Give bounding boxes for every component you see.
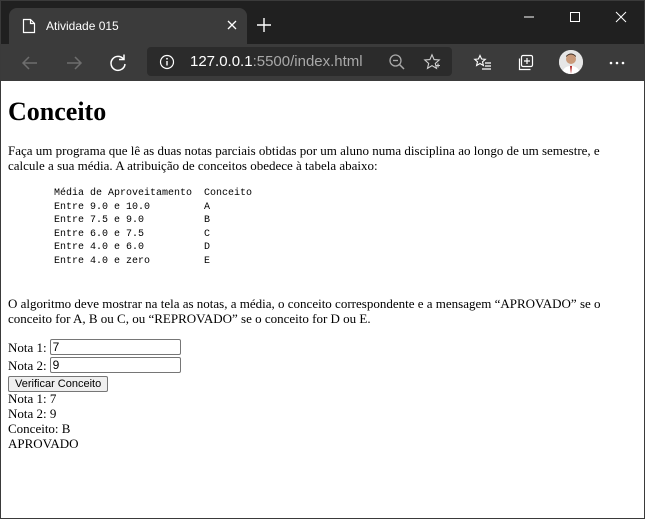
result-nota1: Nota 1: 7 <box>8 391 57 406</box>
page-title: Conceito <box>8 97 107 126</box>
avatar-photo-icon <box>559 50 583 74</box>
collections-button[interactable] <box>514 51 538 75</box>
button-row: Verificar Conceito <box>8 375 637 392</box>
nota1-label: Nota 1: <box>8 339 47 355</box>
table-line-a: Entre 9.0 e 10.0 A <box>54 201 211 213</box>
refresh-icon <box>110 54 126 72</box>
title-bar: Atividade 015 <box>1 1 644 44</box>
forward-button[interactable] <box>62 51 86 75</box>
table-line-c: Entre 6.0 e 7.5 C <box>54 228 211 240</box>
browser-window: Atividade 015 127.0.0.1:5500/index.html … <box>0 0 645 519</box>
maximize-icon <box>570 12 580 22</box>
nota1-row: Nota 1: <box>8 339 637 355</box>
close-tab-icon[interactable] <box>225 18 239 32</box>
url-host: 127.0.0.1 <box>190 53 253 70</box>
verify-concept-button[interactable]: Verificar Conceito <box>8 376 109 392</box>
table-line-e: Entre 4.0 e zero E <box>54 255 211 267</box>
url-path: :5500/index.html <box>252 53 363 70</box>
minimize-button[interactable] <box>506 1 552 33</box>
url-text: 127.0.0.1:5500/index.html <box>190 53 363 71</box>
table-line-d: Entre 4.0 e 6.0 D <box>54 242 211 253</box>
info-icon[interactable] <box>159 54 175 70</box>
result-status: APROVADO <box>8 436 79 451</box>
collections-icon <box>518 54 534 71</box>
instructions-paragraph: O algoritmo deve mostrar na tela as nota… <box>8 296 601 326</box>
favorites-button[interactable] <box>471 51 495 75</box>
close-icon <box>615 11 627 23</box>
result-output: Nota 1: 7 Nota 2: 9 Conceito: B APROVADO <box>8 391 637 451</box>
nota2-input[interactable] <box>49 357 181 373</box>
refresh-button[interactable] <box>106 51 130 75</box>
profile-avatar[interactable] <box>559 50 583 74</box>
close-window-button[interactable] <box>598 1 644 33</box>
add-favorite-star-icon[interactable] <box>423 53 441 71</box>
nota2-row: Nota 2: <box>8 357 637 373</box>
nota2-label: Nota 2: <box>8 357 47 373</box>
page-icon <box>22 18 36 34</box>
browser-toolbar: 127.0.0.1:5500/index.html <box>1 44 644 81</box>
settings-menu-button[interactable] <box>605 51 629 75</box>
forward-arrow-icon <box>67 56 83 70</box>
zoom-out-icon[interactable] <box>388 53 406 71</box>
table-line-b: Entre 7.5 e 9.0 B <box>54 215 211 226</box>
concept-table: Média de Aproveitamento Conceito Entre 9… <box>54 187 637 268</box>
maximize-button[interactable] <box>552 1 598 33</box>
nota1-input[interactable] <box>49 339 181 355</box>
tab-title: Atividade 015 <box>46 19 119 33</box>
intro-paragraph: Faça um programa que lê as duas notas pa… <box>8 143 600 173</box>
more-options-icon <box>609 61 625 65</box>
favorites-list-icon <box>473 54 491 70</box>
browser-tab[interactable]: Atividade 015 <box>9 8 247 44</box>
address-bar[interactable]: 127.0.0.1:5500/index.html <box>147 47 452 76</box>
table-header-line: Média de Aproveitamento Conceito <box>54 188 253 199</box>
result-concept: Conceito: B <box>8 421 71 436</box>
minimize-icon <box>524 16 534 18</box>
page-content: Conceito Faça um programa que lê as duas… <box>1 81 644 518</box>
new-tab-icon[interactable] <box>255 16 273 34</box>
back-arrow-icon <box>21 56 37 70</box>
back-button[interactable] <box>18 51 42 75</box>
result-nota2: Nota 2: 9 <box>8 406 57 421</box>
